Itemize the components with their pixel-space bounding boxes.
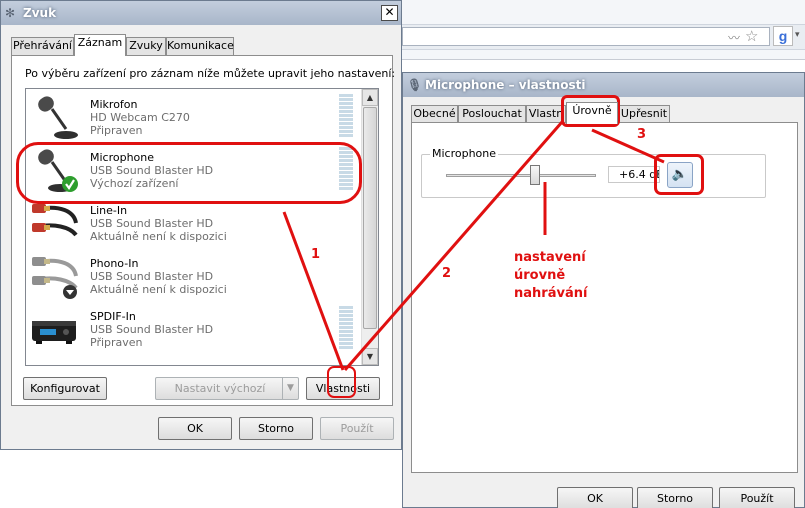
tab-general[interactable]: Obecné [411, 105, 458, 123]
device-status: Připraven [90, 124, 143, 137]
device-list-scrollbar[interactable]: ▲ ▼ [361, 89, 378, 365]
slider-thumb[interactable] [530, 165, 540, 185]
google-icon[interactable]: g [773, 26, 793, 46]
device-model: USB Sound Blaster HD [90, 270, 214, 283]
annotation-step-2: 2 [442, 266, 452, 281]
microphone-icon [38, 96, 78, 139]
annotation-note-line2: úrovně [514, 268, 566, 283]
tab-playback[interactable]: Přehrávání [11, 37, 74, 55]
tab-sounds[interactable]: Zvuky [126, 37, 166, 55]
chevron-down-icon[interactable]: ▾ [795, 30, 800, 40]
annotation-step-3: 3 [637, 127, 647, 142]
set-default-button[interactable]: Nastavit výchozí ▼ [155, 377, 299, 400]
annotation-step-1: 1 [311, 247, 321, 262]
group-label: Microphone [430, 147, 499, 160]
rca-cable-down-icon [32, 257, 78, 299]
tab-communication[interactable]: Komunikace [166, 37, 234, 55]
scroll-down-arrow-icon[interactable]: ▼ [362, 348, 378, 365]
device-status: Připraven [90, 336, 143, 349]
scroll-thumb[interactable] [363, 107, 377, 329]
chevron-down-icon[interactable]: ▼ [282, 378, 298, 399]
cancel-button[interactable]: Storno [239, 417, 313, 440]
microphone-level-group: Microphone +6.4 dB 🔈 [421, 147, 766, 198]
device-name: Mikrofon [90, 98, 138, 111]
apply-button[interactable]: Použít [719, 487, 795, 508]
ok-button[interactable]: OK [158, 417, 232, 440]
level-value: +6.4 dB [608, 166, 660, 183]
annotation-box-mute-button [654, 154, 704, 195]
microphone-dialog-titlebar[interactable]: 🎙 Microphone – vlastnosti [403, 73, 804, 97]
sound-dialog-titlebar[interactable]: ✻ Zvuk ✕ [1, 1, 401, 25]
sound-dialog-title: Zvuk [23, 6, 57, 20]
device-model: USB Sound Blaster HD [90, 323, 214, 336]
rss-icon[interactable]: 〰 [728, 29, 740, 46]
tab-listen-label: Poslouchat [462, 107, 522, 120]
tab-levels-label: Úrovně [572, 104, 612, 117]
annotation-box-properties-button [327, 366, 356, 398]
annotation-note-line3: nahrávání [514, 286, 588, 301]
spdif-device-icon [32, 321, 76, 344]
speaker-app-icon: ✻ [5, 6, 16, 20]
tab-recording-label: Záznam [77, 36, 123, 49]
device-name: SPDIF-In [90, 310, 136, 323]
level-meter [339, 94, 353, 138]
tab-custom[interactable]: Vlastn [526, 105, 566, 123]
instruction-text: Po výběru zařízení pro záznam níže můžet… [25, 67, 396, 80]
tab-advanced[interactable]: Upřesnit [618, 105, 670, 123]
tab-recording[interactable]: Záznam [74, 34, 126, 56]
scroll-up-arrow-icon[interactable]: ▲ [362, 89, 378, 106]
slider-track [446, 174, 596, 177]
list-item-mikrofon[interactable]: Mikrofon HD Webcam C270 Připraven [26, 91, 362, 144]
tab-custom-label: Vlastn [528, 107, 564, 120]
tab-advanced-label: Upřesnit [620, 107, 668, 120]
tab-communication-label: Komunikace [167, 39, 234, 52]
levels-panel: Microphone +6.4 dB 🔈 [411, 122, 798, 473]
device-status: Aktuálně není k dispozici [90, 230, 227, 243]
star-icon[interactable]: ☆ [745, 27, 758, 45]
device-list[interactable]: Mikrofon HD Webcam C270 Připraven Microp… [25, 88, 379, 366]
tab-levels[interactable]: Úrovně [566, 102, 618, 124]
tab-general-label: Obecné [413, 107, 456, 120]
microphone-dialog-title: Microphone – vlastnosti [425, 78, 586, 92]
tab-playback-label: Přehrávání [12, 39, 72, 52]
device-name: Line-In [90, 204, 128, 217]
level-meter [339, 306, 353, 350]
sound-tabs: Přehrávání Záznam Zvuky Komunikace [11, 34, 241, 56]
ok-button[interactable]: OK [557, 487, 633, 508]
tab-listen[interactable]: Poslouchat [458, 105, 526, 123]
rca-cable-icon [32, 204, 78, 237]
microphone-properties-dialog: 🎙 Microphone – vlastnosti Obecné Poslouc… [402, 72, 805, 508]
annotation-box-microphone-device [16, 142, 362, 204]
device-status: Aktuálně není k dispozici [90, 283, 227, 296]
mic-tabs: Obecné Poslouchat Vlastn Úrovně Upřesnit [411, 102, 681, 124]
tab-sounds-label: Zvuky [129, 39, 163, 52]
set-default-label: Nastavit výchozí [174, 382, 266, 395]
microphone-app-icon: 🎙 [407, 78, 423, 92]
cancel-button[interactable]: Storno [637, 487, 713, 508]
list-item-line-in[interactable]: Line-In USB Sound Blaster HD Aktuálně ne… [26, 197, 362, 250]
level-slider[interactable] [446, 163, 596, 187]
address-bar[interactable] [402, 27, 770, 46]
close-button[interactable]: ✕ [381, 5, 398, 21]
annotation-note-line1: nastavení [514, 250, 586, 265]
device-model: HD Webcam C270 [90, 111, 190, 124]
apply-button[interactable]: Použít [320, 417, 394, 440]
list-item-spdif-in[interactable]: SPDIF-In USB Sound Blaster HD Připraven [26, 303, 362, 356]
device-name: Phono-In [90, 257, 139, 270]
configure-button[interactable]: Konfigurovat [23, 377, 107, 400]
device-model: USB Sound Blaster HD [90, 217, 214, 230]
